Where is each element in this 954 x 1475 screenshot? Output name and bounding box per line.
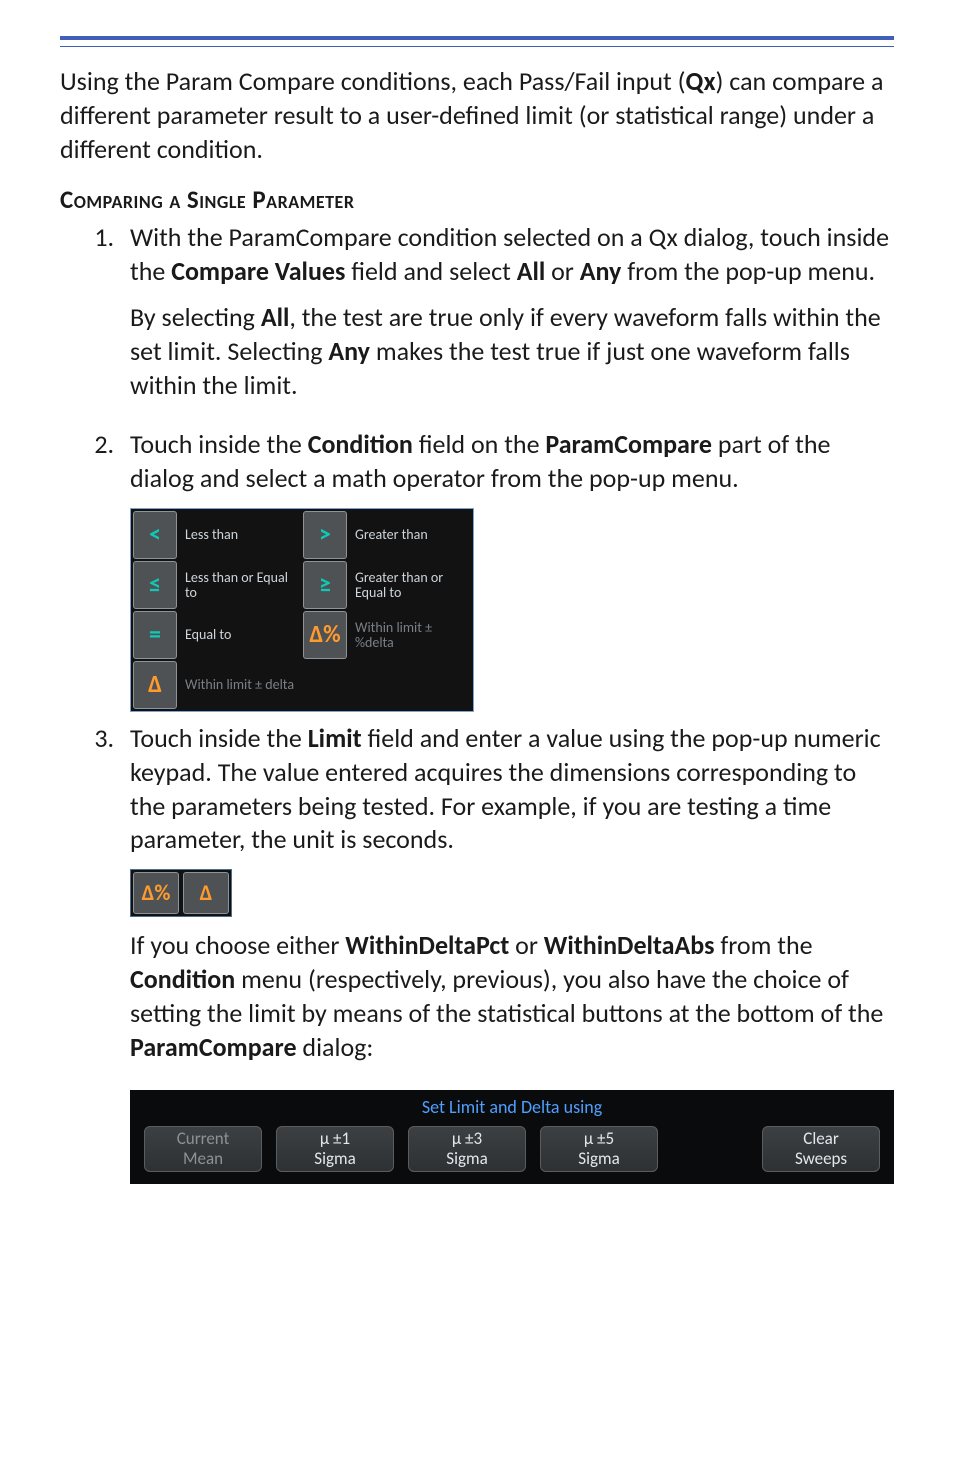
- stat-button-line1: Clear: [803, 1129, 839, 1149]
- operator-icon-dpct[interactable]: Δ%: [303, 611, 347, 659]
- operator-icon-dabs[interactable]: Δ: [133, 661, 177, 709]
- operator-icon-gt[interactable]: >: [303, 511, 347, 559]
- operator-icon-eq[interactable]: =: [133, 611, 177, 659]
- operator-empty: [303, 661, 347, 709]
- operator-label-lt[interactable]: Less than: [179, 511, 301, 559]
- operator-label-dpct[interactable]: Within limit ± %delta: [349, 611, 473, 659]
- stat-button-line2: Mean: [183, 1149, 223, 1169]
- operator-icon-ge[interactable]: ≥: [303, 561, 347, 609]
- step-1-text: With the ParamCompare condition selected…: [130, 221, 889, 287]
- operator-empty: [349, 661, 473, 709]
- operator-icon-lt[interactable]: <: [133, 511, 177, 559]
- operator-label-gt[interactable]: Greater than: [349, 511, 473, 559]
- step-3-text: Touch inside the Limit field and enter a…: [130, 722, 881, 855]
- operator-label-ge[interactable]: Greater than or Equal to: [349, 561, 473, 609]
- stat-button-line1: µ ±5: [584, 1129, 614, 1149]
- stat-button-line2: Sigma: [578, 1149, 619, 1169]
- stat-button-line1: µ ±1: [320, 1129, 350, 1149]
- set-limit-bar: Set Limit and Delta using CurrentMean µ ±…: [130, 1090, 894, 1183]
- section-heading: Comparing a Single Parameter: [60, 184, 894, 215]
- stat-button-line1: µ ±3: [452, 1129, 482, 1149]
- header-rule: [60, 36, 894, 47]
- delta-icon-strip: Δ%Δ: [130, 869, 232, 917]
- delta-icon-dpct: Δ%: [133, 872, 179, 914]
- operator-label-dabs[interactable]: Within limit ± delta: [179, 661, 301, 709]
- operator-icon-le[interactable]: ≤: [133, 561, 177, 609]
- stat-button--5-sigma[interactable]: µ ±5Sigma: [540, 1126, 658, 1172]
- set-limit-title: Set Limit and Delta using: [144, 1096, 880, 1119]
- step-2-text: Touch inside the Condition field on the …: [130, 428, 830, 494]
- delta-icon-dabs: Δ: [183, 872, 229, 914]
- stat-button-line2: Sigma: [446, 1149, 487, 1169]
- stat-button--3-sigma[interactable]: µ ±3Sigma: [408, 1126, 526, 1172]
- step-3: Touch inside the Limit field and enter a…: [120, 722, 894, 1184]
- step-3-sub: If you choose either WithinDeltaPct or W…: [130, 929, 894, 1064]
- stat-button-clear-sweeps[interactable]: ClearSweeps: [762, 1126, 880, 1172]
- step-2: Touch inside the Condition field on the …: [120, 428, 894, 712]
- intro-paragraph: Using the Param Compare conditions, each…: [60, 65, 894, 166]
- stat-button--1-sigma[interactable]: µ ±1Sigma: [276, 1126, 394, 1172]
- stat-button-line2: Sweeps: [795, 1149, 847, 1169]
- operator-label-le[interactable]: Less than or Equal to: [179, 561, 301, 609]
- operator-grid: <Less than>Greater than ≤Less than or Equ…: [130, 508, 474, 712]
- stat-button-line2: Sigma: [314, 1149, 355, 1169]
- step-1: With the ParamCompare condition selected…: [120, 221, 894, 402]
- spacer: [672, 1126, 748, 1172]
- stat-button-line1: Current: [177, 1129, 230, 1149]
- stat-button-current-mean[interactable]: CurrentMean: [144, 1126, 262, 1172]
- step-1-sub: By selecting All, the test are true only…: [130, 301, 894, 402]
- operator-label-eq[interactable]: Equal to: [179, 611, 301, 659]
